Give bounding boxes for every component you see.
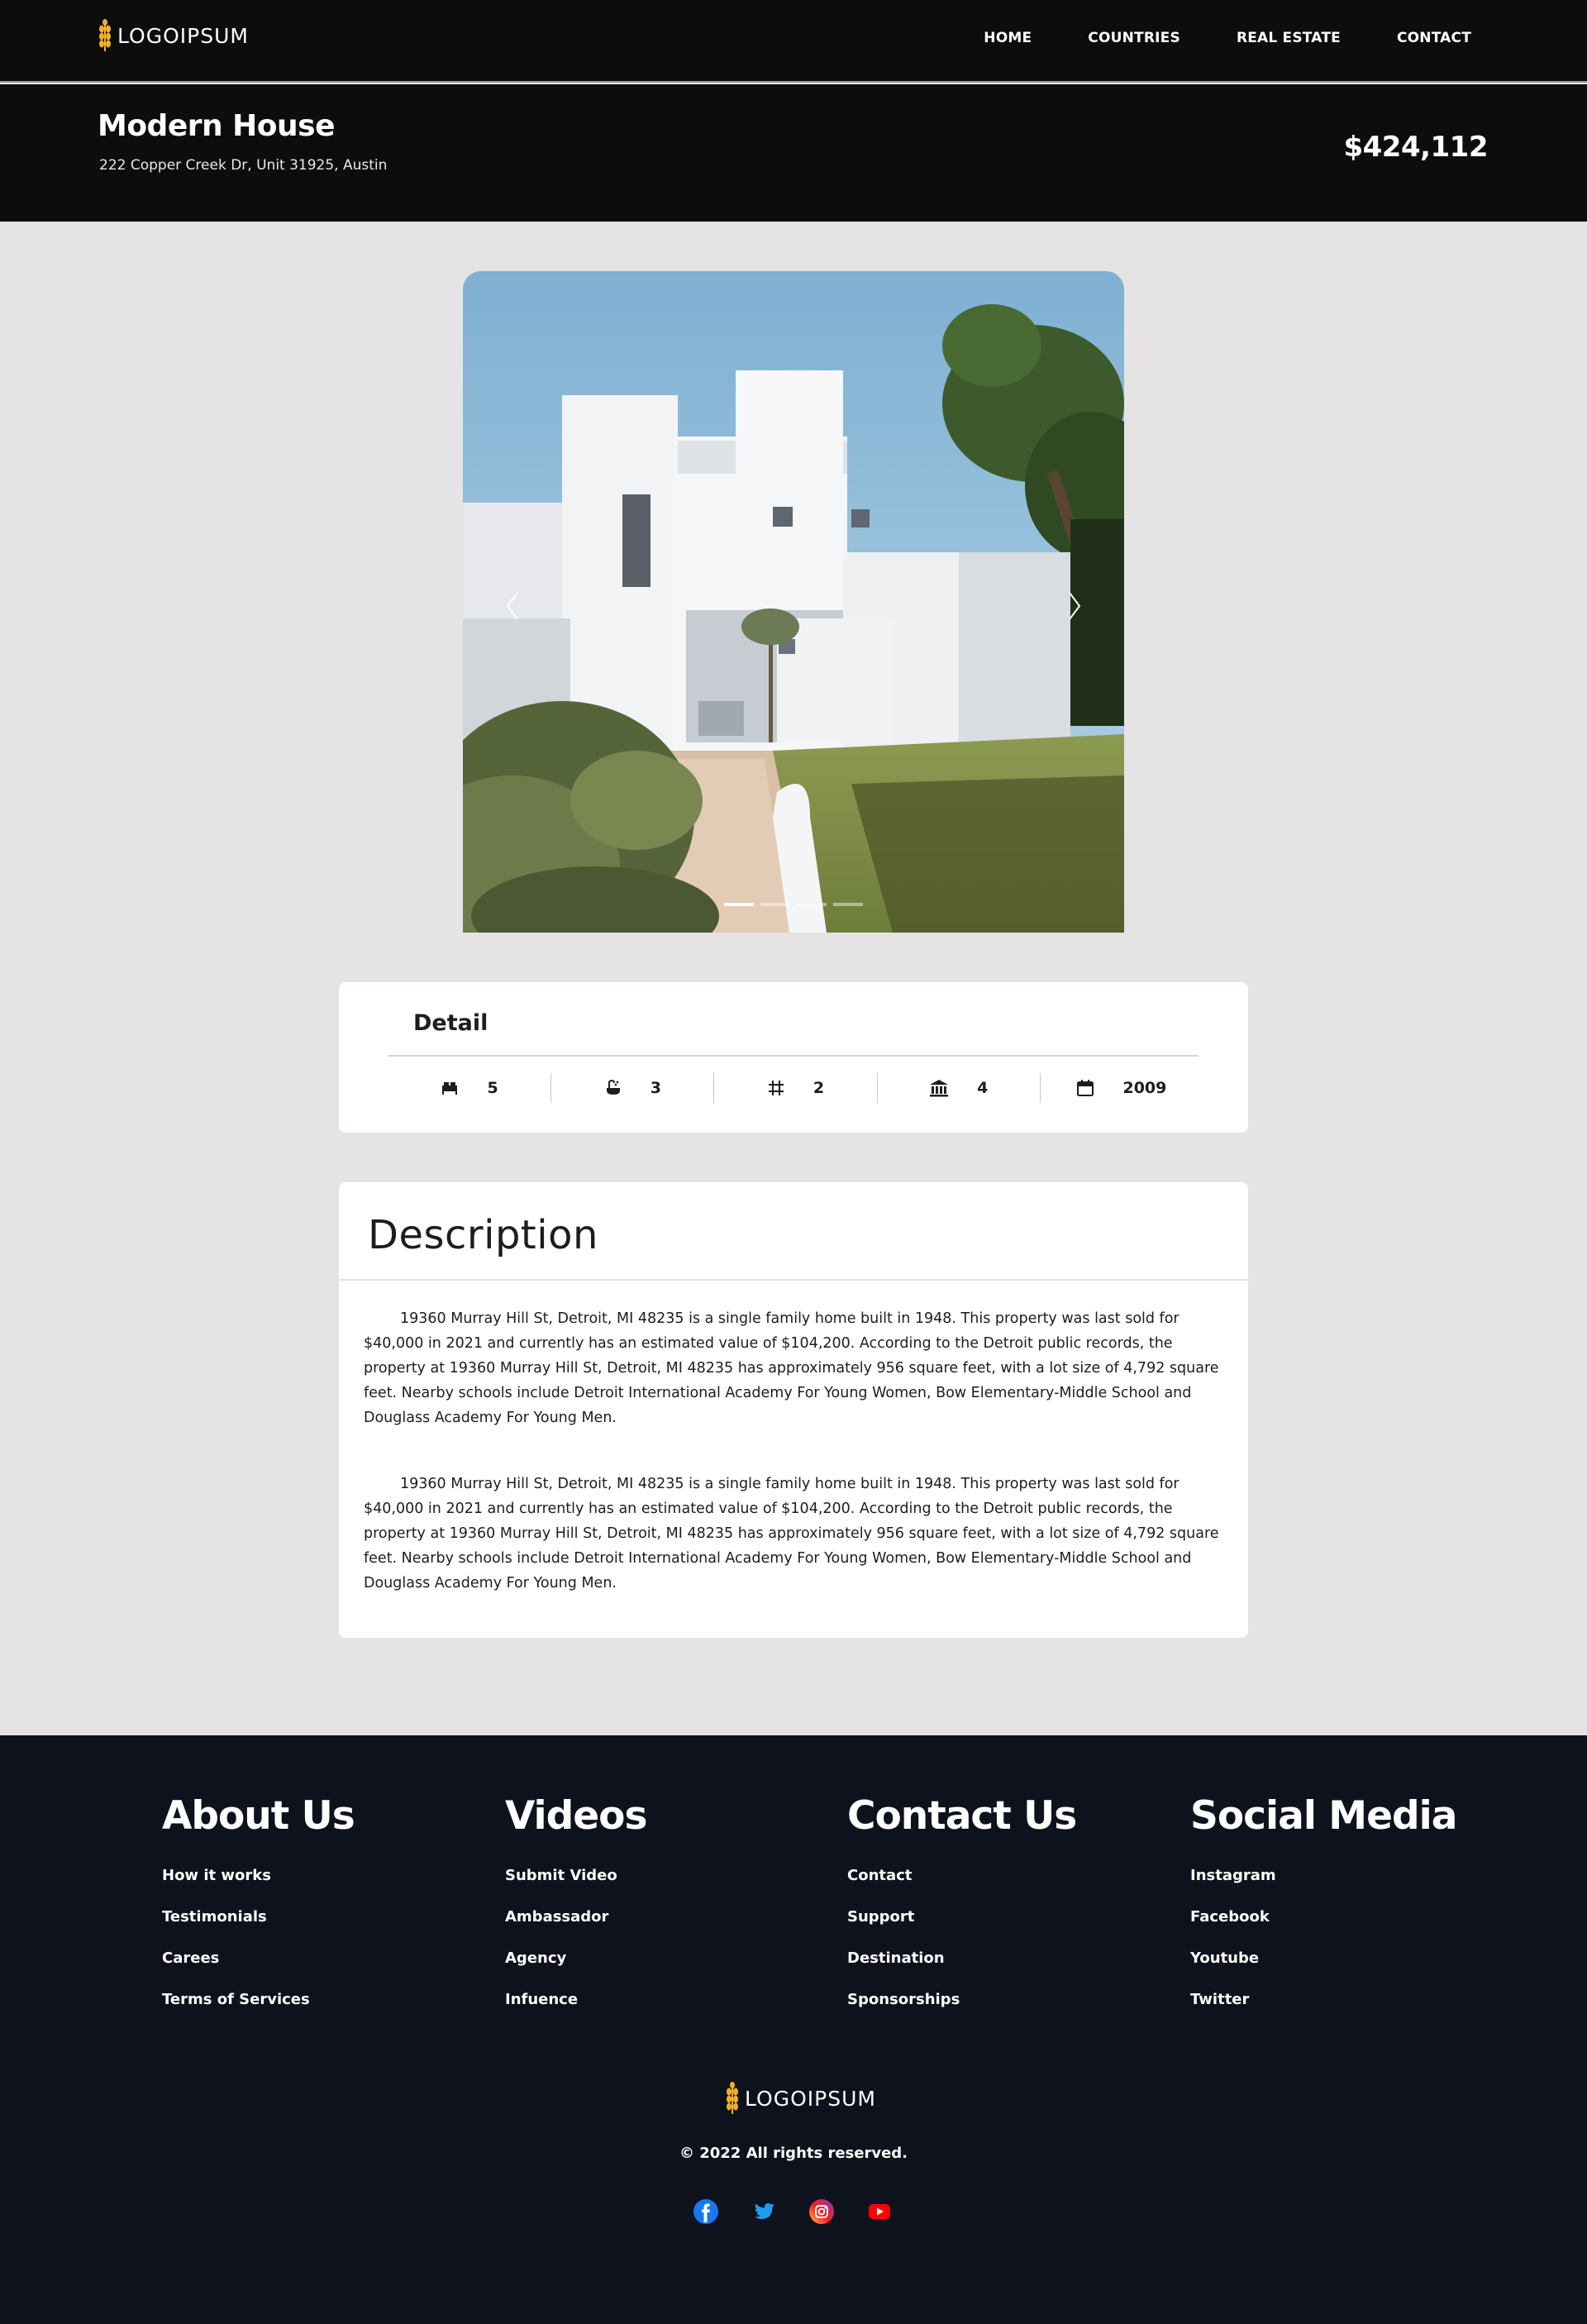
top-nav: LOGOIPSUM HOME COUNTRIES REAL ESTATE CON… xyxy=(0,0,1587,83)
footer-heading: Social Media xyxy=(1190,1793,1457,1839)
twitter-link[interactable] xyxy=(751,2198,777,2225)
logo-text: LOGOIPSUM xyxy=(117,23,249,48)
detail-floors: 4 xyxy=(878,1073,1041,1103)
nav-countries-link[interactable]: COUNTRIES xyxy=(1088,30,1180,46)
carousel-dot[interactable] xyxy=(833,903,863,906)
property-address: 222 Copper Creek Dr, Unit 31925, Austin xyxy=(99,157,388,174)
wheat-logo-icon xyxy=(99,19,111,51)
description-card: Description 19360 Murray Hill St, Detroi… xyxy=(339,1182,1248,1638)
copyright-text: © 2022 All rights reserved. xyxy=(679,2145,908,2162)
twitter-icon xyxy=(755,2203,774,2219)
chevron-right-icon xyxy=(1069,592,1081,620)
footer-link[interactable]: Ambassador xyxy=(505,1908,646,1926)
footer-heading: Contact Us xyxy=(847,1793,1077,1839)
description-title: Description xyxy=(368,1212,598,1258)
nav-home-link[interactable]: HOME xyxy=(984,30,1032,46)
detail-stats: 5 3 2 4 2009 xyxy=(388,1073,1203,1103)
footer-link[interactable]: Contact xyxy=(847,1867,1076,1884)
property-price: $424,112 xyxy=(1343,131,1488,164)
detail-area: 2 xyxy=(714,1073,878,1103)
youtube-link[interactable] xyxy=(866,2198,893,2225)
footer-link[interactable]: Support xyxy=(847,1908,1076,1926)
divider xyxy=(339,1279,1248,1281)
detail-value: 4 xyxy=(977,1079,989,1097)
detail-value: 3 xyxy=(650,1079,661,1097)
footer-link[interactable]: Facebook xyxy=(1190,1908,1456,1926)
footer-link[interactable]: Twitter xyxy=(1190,1991,1456,2008)
description-paragraph: 19360 Murray Hill St, Detroit, MI 48235 … xyxy=(364,1310,1219,1426)
carousel-dot[interactable] xyxy=(724,903,754,906)
chevron-left-icon xyxy=(506,592,518,620)
footer-column-about: About Us How it works Testimonials Caree… xyxy=(162,1793,355,2032)
footer-link[interactable]: Destination xyxy=(847,1949,1076,1967)
property-title: Modern House xyxy=(98,109,336,143)
footer-link[interactable]: Youtube xyxy=(1190,1949,1456,1967)
logo-text: LOGOIPSUM xyxy=(745,2086,876,2111)
instagram-icon xyxy=(809,2199,834,2224)
footer-link[interactable]: How it works xyxy=(162,1867,355,1884)
area-grid-icon xyxy=(768,1081,784,1095)
nav-real-estate-link[interactable]: REAL ESTATE xyxy=(1237,30,1341,46)
carousel-indicators xyxy=(463,903,1124,906)
description-paragraph: 19360 Murray Hill St, Detroit, MI 48235 … xyxy=(364,1476,1219,1591)
property-header: Modern House 222 Copper Creek Dr, Unit 3… xyxy=(0,84,1587,222)
footer-link[interactable]: Submit Video xyxy=(505,1867,646,1884)
carousel-next-button[interactable] xyxy=(1058,585,1091,627)
footer-heading: About Us xyxy=(162,1793,355,1839)
building-icon xyxy=(930,1080,949,1097)
facebook-link[interactable] xyxy=(693,2198,719,2225)
footer-link[interactable]: Sponsorships xyxy=(847,1991,1076,2008)
main-nav: HOME COUNTRIES REAL ESTATE CONTACT xyxy=(927,30,1471,46)
footer-link[interactable]: Infuence xyxy=(505,1991,646,2008)
photo-carousel[interactable] xyxy=(463,271,1124,933)
footer-link[interactable]: Carees xyxy=(162,1949,355,1967)
carousel-dot[interactable] xyxy=(760,903,790,906)
site-footer: About Us How it works Testimonials Caree… xyxy=(0,1735,1587,2324)
footer-column-social: Social Media Instagram Facebook Youtube … xyxy=(1190,1793,1457,2032)
footer-link[interactable]: Terms of Services xyxy=(162,1991,355,2008)
footer-link[interactable]: Instagram xyxy=(1190,1867,1456,1884)
footer-link[interactable]: Agency xyxy=(505,1949,646,1967)
house-photo xyxy=(463,271,1124,933)
detail-card: Detail 5 3 2 4 2009 xyxy=(339,982,1248,1133)
detail-bathrooms: 3 xyxy=(551,1073,715,1103)
bed-icon xyxy=(442,1082,458,1095)
social-links xyxy=(693,2198,893,2225)
footer-column-videos: Videos Submit Video Ambassador Agency In… xyxy=(505,1793,647,2032)
footer-logo[interactable]: LOGOIPSUM xyxy=(725,2081,876,2116)
footer-column-contact: Contact Us Contact Support Destination S… xyxy=(847,1793,1077,2032)
detail-value: 2 xyxy=(813,1079,825,1097)
youtube-icon xyxy=(869,2204,890,2219)
detail-value: 5 xyxy=(487,1079,498,1097)
instagram-link[interactable] xyxy=(808,2198,835,2225)
detail-title: Detail xyxy=(413,1010,488,1036)
facebook-icon xyxy=(693,2199,718,2224)
bath-icon xyxy=(606,1079,620,1095)
detail-value: 2009 xyxy=(1122,1079,1167,1097)
carousel-prev-button[interactable] xyxy=(496,585,529,627)
footer-link[interactable]: Testimonials xyxy=(162,1908,355,1926)
divider xyxy=(388,1055,1199,1057)
detail-bedrooms: 5 xyxy=(388,1073,552,1103)
wheat-logo-icon xyxy=(727,2082,738,2114)
detail-year-built: 2009 xyxy=(1041,1073,1203,1103)
footer-heading: Videos xyxy=(505,1793,647,1839)
carousel-dot[interactable] xyxy=(797,903,827,906)
calendar-icon xyxy=(1077,1080,1094,1096)
header-logo[interactable]: LOGOIPSUM xyxy=(98,18,249,53)
nav-contact-link[interactable]: CONTACT xyxy=(1397,30,1471,46)
